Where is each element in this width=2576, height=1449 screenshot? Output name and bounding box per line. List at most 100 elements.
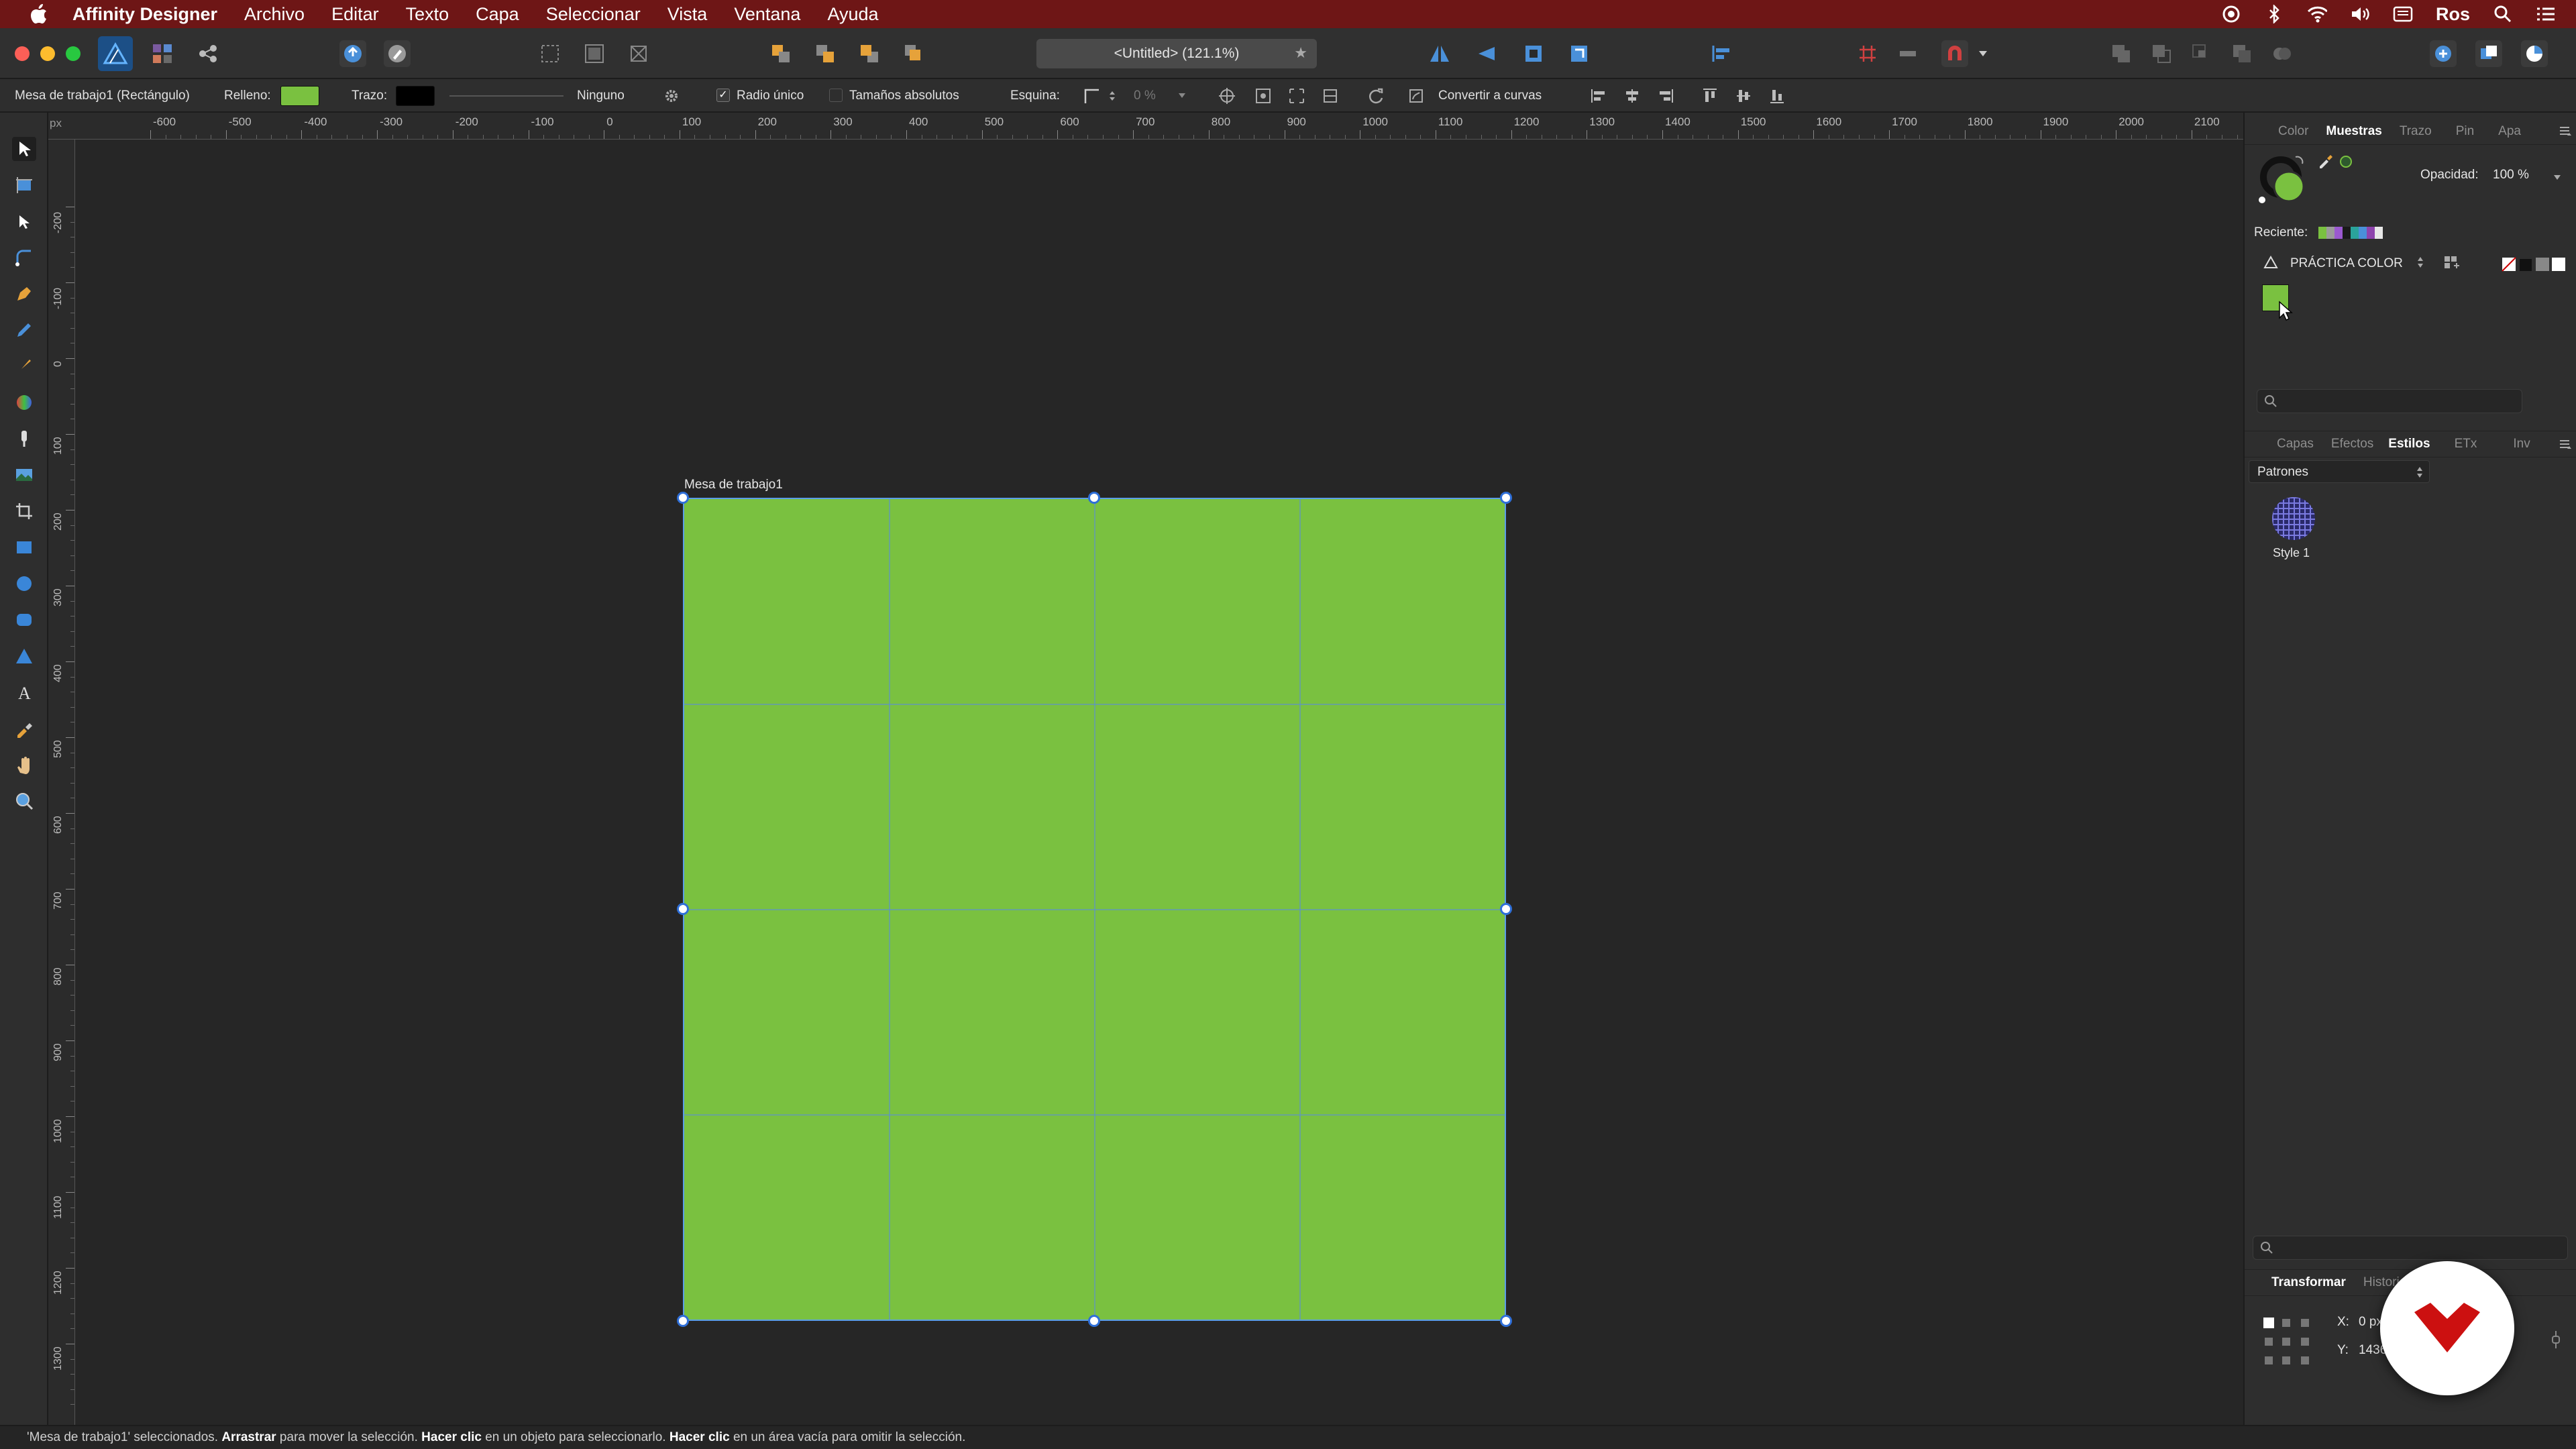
- rectangle-tool-icon[interactable]: [12, 535, 36, 559]
- boolean-add-icon[interactable]: [2108, 40, 2135, 67]
- tab-brushes[interactable]: Pin: [2456, 124, 2474, 139]
- color-picker-tool-icon[interactable]: [12, 716, 36, 741]
- no-color-icon[interactable]: [2339, 154, 2353, 173]
- snap-grid-icon[interactable]: [537, 40, 564, 67]
- align-bottom-icon[interactable]: [1767, 87, 1787, 105]
- record-icon[interactable]: [2221, 4, 2241, 24]
- recent-swatch[interactable]: [2375, 227, 2383, 239]
- boolean-subtract-icon[interactable]: [2148, 40, 2175, 67]
- transparency-tool-icon[interactable]: [12, 427, 36, 451]
- corner-dropdown-icon[interactable]: [1175, 87, 1189, 105]
- arrange-front-icon[interactable]: [900, 40, 927, 67]
- rotate-right-icon[interactable]: [1566, 40, 1593, 67]
- palette-name-dropdown[interactable]: PRÁCTICA COLOR: [2290, 256, 2403, 271]
- insert-inside-icon[interactable]: [2430, 40, 2457, 67]
- ellipse-tool-icon[interactable]: [12, 572, 36, 596]
- align-icon[interactable]: [1708, 40, 1735, 67]
- resize-handle-top-right[interactable]: [1500, 492, 1512, 504]
- menu-texto[interactable]: Texto: [406, 4, 449, 25]
- absolute-sizes-checkbox[interactable]: [829, 89, 843, 102]
- palette-options-icon[interactable]: [2443, 254, 2462, 276]
- move-tool-icon[interactable]: [12, 137, 36, 161]
- zoom-tool-icon[interactable]: [12, 789, 36, 813]
- resize-handle-bottom-right[interactable]: [1500, 1315, 1512, 1327]
- arrange-back-icon[interactable]: [767, 40, 794, 67]
- close-window-button[interactable]: [15, 46, 30, 61]
- recent-swatch[interactable]: [2367, 227, 2375, 239]
- menu-ayuda[interactable]: Ayuda: [827, 4, 878, 25]
- tab-effects[interactable]: Efectos: [2331, 437, 2373, 451]
- menu-seleccionar[interactable]: Seleccionar: [546, 4, 641, 25]
- tab-layers[interactable]: Capas: [2277, 437, 2314, 451]
- opacity-value[interactable]: 100 %: [2493, 168, 2529, 182]
- grid-snapping-icon[interactable]: [1854, 40, 1881, 67]
- text-tool-icon[interactable]: A: [12, 680, 36, 704]
- boolean-xor-icon[interactable]: [2229, 40, 2255, 67]
- panel-menu-icon[interactable]: [2559, 125, 2572, 140]
- resize-handle-left[interactable]: [677, 903, 689, 915]
- fill-color-swatch[interactable]: [280, 86, 319, 106]
- swatches-search-input[interactable]: [2257, 389, 2522, 413]
- flip-bounds-icon[interactable]: [1320, 87, 1340, 105]
- show-rotation-icon[interactable]: [1253, 87, 1273, 105]
- resize-handle-right[interactable]: [1500, 903, 1512, 915]
- bluetooth-icon[interactable]: [2264, 4, 2284, 24]
- tab-stroke[interactable]: Trazo: [2400, 124, 2432, 139]
- tab-styles[interactable]: Estilos: [2388, 437, 2430, 451]
- transform-origin-icon[interactable]: [1217, 87, 1237, 105]
- hand-tool-icon[interactable]: [12, 753, 36, 777]
- color-swap-icons[interactable]: [2501, 256, 2568, 276]
- tab-swatches[interactable]: Muestras: [2326, 124, 2381, 139]
- resize-handle-top[interactable]: [1088, 492, 1100, 504]
- canvas[interactable]: Mesa de trabajo1: [75, 140, 2243, 1425]
- snapping-options-icon[interactable]: [1894, 40, 1921, 67]
- insert-top-icon[interactable]: [2521, 40, 2548, 67]
- style-thumbnail[interactable]: [2270, 495, 2317, 546]
- artboard-rectangle[interactable]: [683, 498, 1506, 1321]
- tab-color[interactable]: Color: [2278, 124, 2308, 139]
- menubar-user[interactable]: Ros: [2436, 4, 2470, 25]
- pencil-tool-icon[interactable]: [12, 318, 36, 342]
- menu-capa[interactable]: Capa: [476, 4, 519, 25]
- settings-gear-icon[interactable]: [661, 87, 682, 105]
- stroke-width-slider[interactable]: [449, 95, 564, 97]
- palette-stepper-icon[interactable]: [2416, 255, 2424, 274]
- control-center-icon[interactable]: [2536, 4, 2556, 24]
- convert-curves-icon[interactable]: [1406, 87, 1426, 105]
- recent-swatch[interactable]: [2334, 227, 2343, 239]
- stroke-color-swatch[interactable]: [396, 86, 435, 106]
- minimize-window-button[interactable]: [40, 46, 55, 61]
- corner-type-icon[interactable]: [1081, 87, 1102, 105]
- tab-text-styles[interactable]: ETx: [2455, 437, 2477, 451]
- boolean-divide-icon[interactable]: [2269, 40, 2296, 67]
- fill-stroke-selector[interactable]: [2257, 152, 2310, 209]
- single-radius-checkbox[interactable]: ✓: [716, 89, 730, 102]
- insert-behind-icon[interactable]: [2475, 40, 2502, 67]
- artboard-tool-icon[interactable]: [12, 173, 36, 197]
- menu-vista[interactable]: Vista: [667, 4, 708, 25]
- keyboard-icon[interactable]: [2393, 4, 2413, 24]
- menu-editar[interactable]: Editar: [331, 4, 379, 25]
- resize-handle-top-left[interactable]: [677, 492, 689, 504]
- corner-value[interactable]: 0 %: [1134, 89, 1156, 103]
- triangle-tool-icon[interactable]: [12, 644, 36, 668]
- snapping-dropdown-icon[interactable]: [1975, 40, 1991, 67]
- rounded-rectangle-tool-icon[interactable]: [12, 608, 36, 632]
- flip-horizontal-icon[interactable]: [1426, 40, 1453, 67]
- designer-persona-icon[interactable]: [98, 36, 133, 71]
- volume-icon[interactable]: [2350, 4, 2370, 24]
- recent-swatch[interactable]: [2359, 227, 2367, 239]
- rotate-icon[interactable]: [1366, 87, 1386, 105]
- resize-handle-bottom[interactable]: [1088, 1315, 1100, 1327]
- menu-archivo[interactable]: Archivo: [244, 4, 305, 25]
- snapping-magnet-icon[interactable]: [1941, 40, 1968, 67]
- opacity-dropdown-icon[interactable]: [2553, 170, 2561, 185]
- recent-swatch[interactable]: [2351, 227, 2359, 239]
- star-icon[interactable]: ★: [1294, 44, 1307, 62]
- rotate-left-icon[interactable]: [1520, 40, 1547, 67]
- recent-swatch[interactable]: [2343, 227, 2351, 239]
- vector-brush-tool-icon[interactable]: [12, 354, 36, 378]
- artboard-name[interactable]: Mesa de trabajo1: [684, 478, 783, 492]
- styles-panel-menu-icon[interactable]: [2559, 438, 2572, 453]
- pixel-persona-icon[interactable]: [149, 40, 176, 67]
